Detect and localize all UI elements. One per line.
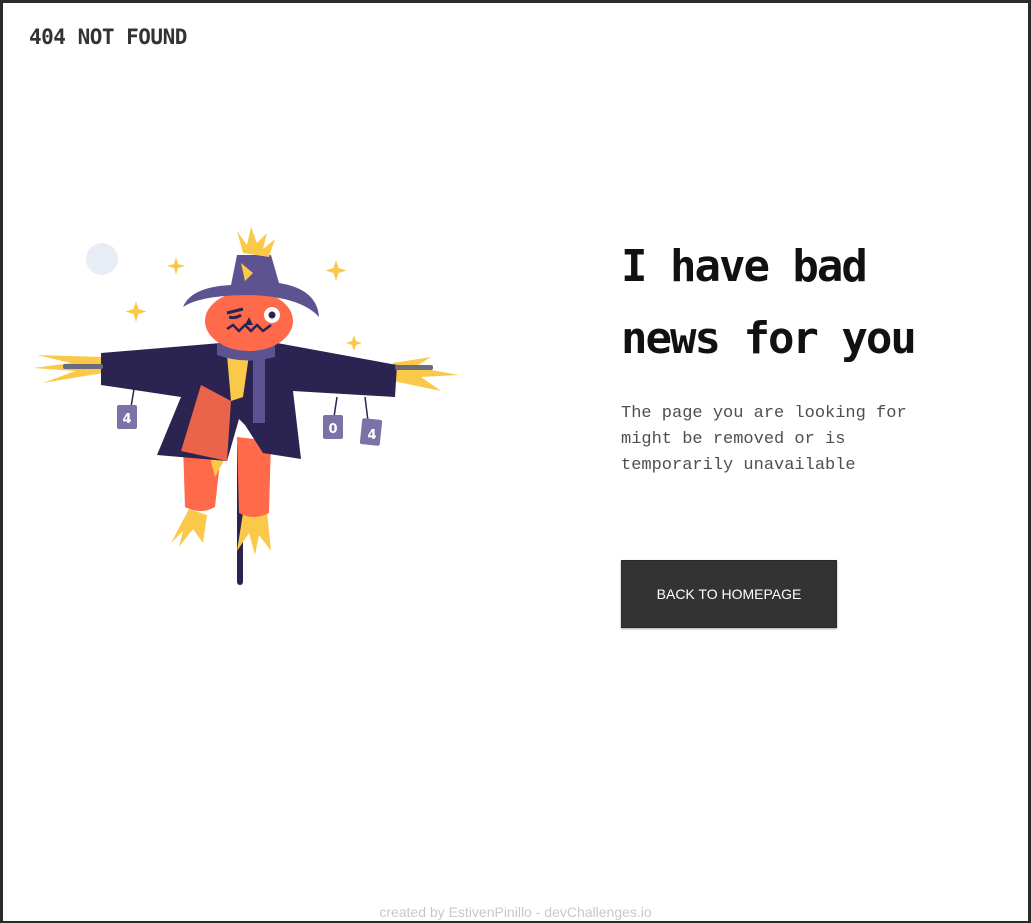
headline-line-1: I have bad — [621, 241, 868, 292]
footer-credit: created by EstivenPinillo - devChallenge… — [379, 904, 652, 920]
scarecrow-illustration: 4 0 4 — [33, 227, 459, 585]
back-to-homepage-button[interactable]: BACK TO HOMEPAGE — [621, 560, 837, 628]
can-digit: 4 — [122, 412, 131, 427]
page-headline: I have bad news for you — [621, 231, 1021, 375]
error-message: The page you are looking for might be re… — [621, 404, 907, 475]
headline-line-2: news for you — [621, 313, 917, 364]
page-frame: 404 NOT FOUND 4 0 4 I have bad news for … — [0, 0, 1031, 923]
brand-logo[interactable]: 404 NOT FOUND — [29, 25, 187, 49]
can-digit: 0 — [328, 422, 337, 437]
moon-icon — [86, 243, 118, 275]
can-digit: 4 — [367, 428, 376, 443]
